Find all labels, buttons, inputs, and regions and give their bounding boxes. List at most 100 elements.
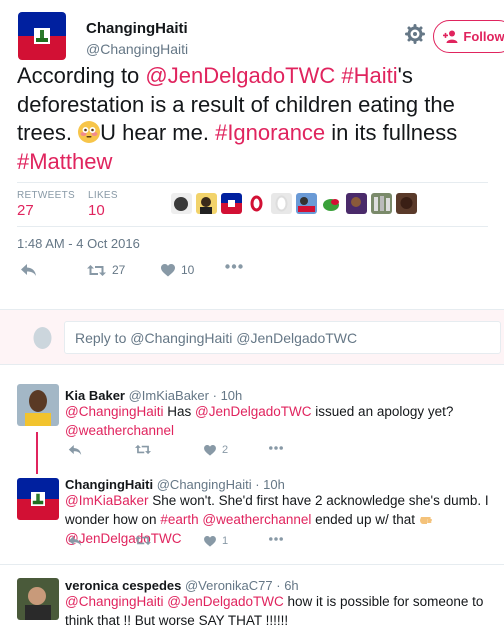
- reply-button[interactable]: [68, 444, 82, 456]
- reply-time[interactable]: · 6h: [276, 578, 298, 593]
- reply-icon: [21, 264, 36, 276]
- mention-link[interactable]: @ChangingHaiti: [65, 404, 164, 419]
- liker-avatar[interactable]: [171, 193, 192, 214]
- liker-avatar[interactable]: [271, 193, 292, 214]
- retweet-button[interactable]: [135, 444, 151, 455]
- reply-button[interactable]: [20, 263, 37, 277]
- follow-button[interactable]: Follow: [433, 20, 504, 53]
- follow-label: Follow: [463, 29, 504, 44]
- reply-text-part: issued an apology yet?: [311, 404, 454, 419]
- gear-icon[interactable]: [405, 24, 425, 44]
- reply-author-name[interactable]: veronica cespedes: [65, 578, 181, 593]
- mention-link[interactable]: @weatherchannel: [202, 512, 311, 527]
- reply-time[interactable]: · 10h: [213, 388, 243, 403]
- avatar[interactable]: [17, 478, 59, 520]
- more-button[interactable]: [268, 537, 284, 541]
- tweet-timestamp[interactable]: 1:48 AM - 4 Oct 2016: [17, 236, 140, 251]
- tweet-text-part: According to: [17, 63, 146, 88]
- reply-time[interactable]: · 10h: [255, 477, 285, 492]
- author-handle[interactable]: @ChangingHaiti: [86, 41, 188, 57]
- reply-actions: 1: [68, 535, 368, 551]
- like-button[interactable]: 2: [204, 444, 228, 456]
- heart-icon: [204, 535, 216, 547]
- hashtag-link[interactable]: #earth: [160, 512, 198, 527]
- tweet-text: According to @JenDelgadoTWC #Haiti's def…: [17, 62, 497, 176]
- pointing-hand-emoji-icon: [419, 511, 439, 524]
- liker-avatar[interactable]: [371, 193, 392, 214]
- author-name[interactable]: ChangingHaiti: [86, 20, 188, 37]
- more-icon: [269, 446, 283, 450]
- retweet-button[interactable]: [135, 535, 151, 546]
- reply-text-part: ended up w/ that: [311, 512, 419, 527]
- reply-header: Kia Baker @ImKiaBaker · 10h: [65, 388, 242, 403]
- like-count: 10: [181, 263, 195, 277]
- reply-header: ChangingHaiti @ChangingHaiti · 10h: [65, 477, 285, 492]
- liker-avatar[interactable]: [221, 193, 242, 214]
- mention-link[interactable]: @JenDelgadoTWC: [145, 63, 335, 88]
- divider: [17, 182, 488, 183]
- add-user-icon: [443, 30, 458, 43]
- reply-text: @ChangingHaiti @JenDelgadoTWC how it is …: [65, 592, 500, 630]
- like-count: 1: [222, 535, 229, 547]
- reply-header: veronica cespedes @VeronikaC77 · 6h: [65, 578, 299, 593]
- heart-icon: [161, 263, 175, 276]
- flushed-face-emoji-icon: [78, 121, 101, 143]
- avatar[interactable]: [17, 578, 59, 620]
- tweet-header: ChangingHaiti @ChangingHaiti Follow: [18, 12, 504, 60]
- reply-icon: [68, 536, 82, 546]
- likes-label: LIKES: [88, 190, 118, 201]
- reply-text: @ChangingHaiti Has @JenDelgadoTWC issued…: [65, 402, 500, 440]
- liker-avatar[interactable]: [396, 193, 417, 214]
- likes-count[interactable]: 10: [88, 202, 105, 219]
- reply-text-part: Has: [163, 404, 196, 419]
- avatar[interactable]: [17, 384, 59, 426]
- reply-author-handle[interactable]: @ImKiaBaker: [129, 388, 209, 403]
- likers-avatars: [171, 193, 417, 214]
- reply-actions: 2: [68, 444, 368, 460]
- egg-avatar-icon: [32, 326, 53, 349]
- reply-placeholder: Reply to @ChangingHaiti @JenDelgadoTWC: [75, 330, 358, 346]
- reply-input[interactable]: Reply to @ChangingHaiti @JenDelgadoTWC: [64, 321, 501, 354]
- mention-link[interactable]: @ChangingHaiti: [65, 594, 164, 609]
- mention-link[interactable]: @weatherchannel: [65, 423, 174, 438]
- more-icon: [269, 537, 283, 541]
- retweets-label: RETWEETS: [17, 190, 75, 201]
- retweet-icon: [135, 444, 151, 455]
- reply-composer: Reply to @ChangingHaiti @JenDelgadoTWC: [0, 309, 504, 365]
- retweet-count: 27: [112, 263, 126, 277]
- liker-avatar[interactable]: [246, 193, 267, 214]
- author-avatar[interactable]: [18, 12, 66, 60]
- mention-link[interactable]: @JenDelgadoTWC: [195, 404, 312, 419]
- liker-avatar[interactable]: [321, 193, 342, 214]
- hashtag-link[interactable]: #Ignorance: [215, 120, 325, 145]
- more-button[interactable]: [268, 446, 284, 450]
- liker-avatar[interactable]: [196, 193, 217, 214]
- retweet-icon: [87, 264, 106, 276]
- tweet-actions: 27 10: [20, 263, 320, 283]
- hashtag-link[interactable]: #Matthew: [17, 149, 112, 174]
- more-button[interactable]: [225, 264, 243, 269]
- retweet-button[interactable]: 27: [87, 263, 125, 277]
- mention-link[interactable]: @JenDelgadoTWC: [167, 594, 284, 609]
- reply-author-name[interactable]: Kia Baker: [65, 388, 125, 403]
- mention-link[interactable]: @ImKiaBaker: [65, 493, 148, 508]
- thread-line: [36, 432, 38, 474]
- reply-icon: [68, 445, 82, 455]
- like-button[interactable]: 1: [204, 535, 228, 547]
- retweets-count[interactable]: 27: [17, 202, 34, 219]
- reply-author-handle[interactable]: @ChangingHaiti: [157, 477, 252, 492]
- reply-button[interactable]: [68, 535, 82, 547]
- tweet-text-part: in its fullness: [325, 120, 458, 145]
- more-icon: [225, 264, 243, 269]
- reply-author-name[interactable]: ChangingHaiti: [65, 477, 153, 492]
- liker-avatar[interactable]: [346, 193, 367, 214]
- heart-icon: [204, 444, 216, 456]
- divider: [17, 226, 488, 227]
- like-count: 2: [222, 444, 229, 456]
- like-button[interactable]: 10: [161, 263, 194, 277]
- reply-author-handle[interactable]: @VeronikaC77: [185, 578, 273, 593]
- tweet-text-part: U hear me.: [100, 120, 216, 145]
- liker-avatar[interactable]: [296, 193, 317, 214]
- hashtag-link[interactable]: #Haiti: [341, 63, 397, 88]
- divider: [0, 564, 504, 565]
